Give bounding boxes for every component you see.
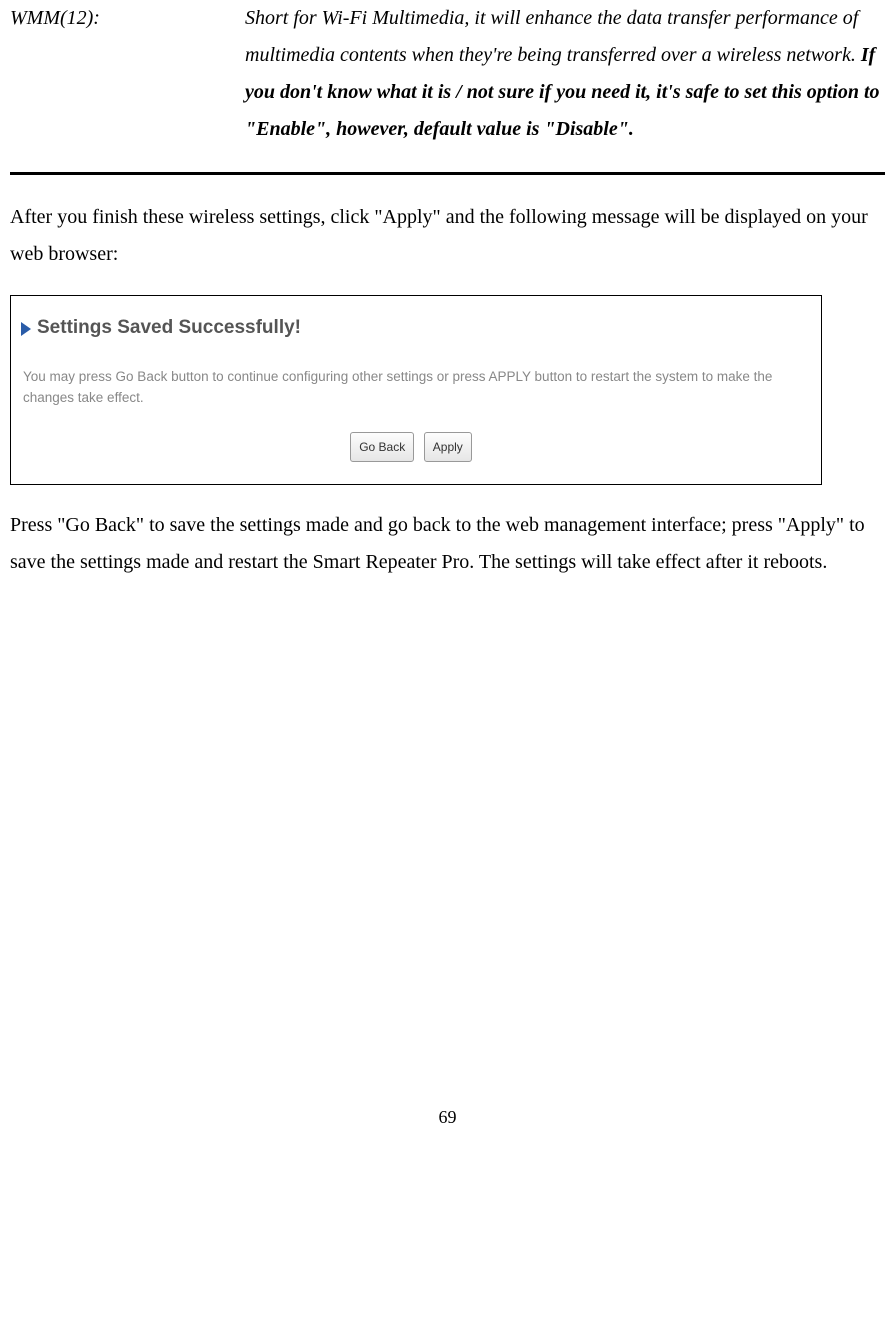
definition-description: Short for Wi-Fi Multimedia, it will enha…: [245, 0, 885, 148]
definition-desc-plain: Short for Wi-Fi Multimedia, it will enha…: [245, 7, 861, 66]
settings-saved-screenshot: Settings Saved Successfully! You may pre…: [10, 295, 822, 485]
screenshot-heading: Settings Saved Successfully!: [37, 310, 301, 345]
paragraph-intro: After you finish these wireless settings…: [10, 199, 885, 273]
screenshot-heading-row: Settings Saved Successfully!: [19, 310, 803, 345]
definition-row: WMM(12): Short for Wi-Fi Multimedia, it …: [10, 0, 885, 148]
divider: [10, 172, 885, 175]
page-number: 69: [10, 1101, 885, 1134]
triangle-bullet-icon: [21, 322, 31, 336]
apply-button[interactable]: Apply: [424, 432, 472, 462]
paragraph-explanation: Press "Go Back" to save the settings mad…: [10, 507, 885, 581]
definition-term: WMM(12):: [10, 0, 245, 37]
screenshot-body-text: You may press Go Back button to continue…: [23, 367, 799, 409]
go-back-button[interactable]: Go Back: [350, 432, 414, 462]
screenshot-button-row: Go Back Apply: [19, 427, 803, 464]
